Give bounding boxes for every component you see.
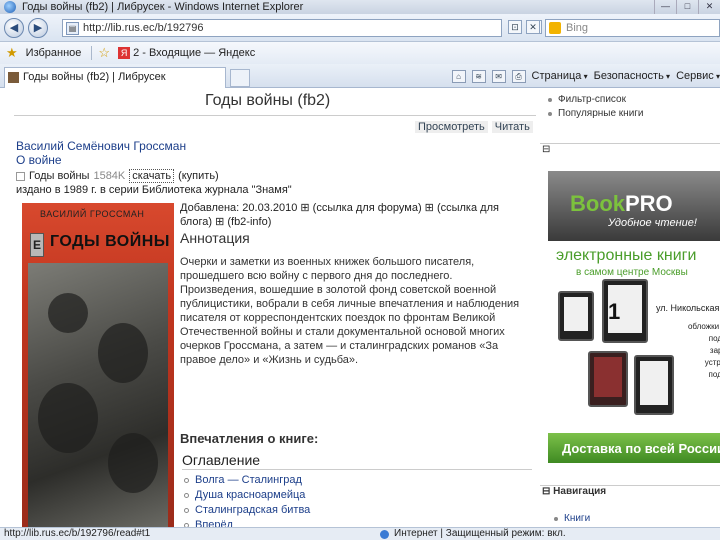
- status-bar: http://lib.rus.ec/b/192796/read#t1 Интер…: [0, 527, 720, 540]
- add-favorite-icon[interactable]: ☆: [98, 45, 110, 61]
- banner-delivery: Доставка по всей России: [562, 441, 720, 456]
- view-link[interactable]: Просмотреть: [415, 121, 488, 133]
- book-cover: ВАСИЛИЙ ГРОССМАН Е ГОДЫ ВОЙНЫ: [22, 203, 174, 527]
- window-controls: — □ ✕: [654, 0, 720, 14]
- sidebar-links: Фильтр-список Популярные книги: [548, 93, 644, 121]
- impressions-title: Впечатления о книге:: [180, 431, 319, 446]
- toc-item[interactable]: Сталинградская битва: [184, 503, 310, 518]
- sidebar-box-toggle[interactable]: ⊟: [540, 143, 720, 159]
- cover-author: ВАСИЛИЙ ГРОССМАН: [40, 209, 145, 219]
- close-button[interactable]: ✕: [698, 0, 720, 14]
- banner-headline: электронные книги: [556, 247, 697, 264]
- added-info: Добавлена: 20.03.2010 ⊞ (ссылка для фору…: [180, 202, 499, 228]
- file-size: 1584K: [93, 170, 126, 182]
- status-url: http://lib.rus.ec/b/192796/read#t1: [4, 528, 151, 539]
- bullet-icon: [548, 98, 552, 102]
- annotation-text: Очерки и заметки из военных книжек больш…: [180, 256, 520, 366]
- compatibility-icon[interactable]: ⊡: [508, 20, 522, 34]
- file-title: Годы войны: [29, 170, 90, 182]
- annotation-title: Аннотация: [180, 230, 250, 246]
- stop-icon[interactable]: ✕: [526, 20, 540, 34]
- bing-icon: [549, 22, 561, 34]
- mail-icon[interactable]: ✉: [491, 69, 506, 83]
- tab-label: Годы войны (fb2) | Либрусек: [23, 71, 166, 83]
- librusec-favicon: [8, 72, 19, 83]
- service-menu[interactable]: Сервис: [676, 70, 720, 82]
- bullet-icon: [184, 508, 189, 513]
- address-bar: ◀ ▶ ▤ http://lib.rus.ec/b/192796 ⊡ ↻ ✕ B…: [0, 14, 720, 42]
- banner-subline: в самом центре Москвы: [576, 267, 688, 278]
- search-placeholder: Bing: [566, 22, 589, 34]
- back-button[interactable]: ◀: [4, 18, 24, 38]
- ereader-image: [558, 291, 594, 341]
- bookpro-banner[interactable]: BookPRO Удобное чтение! электронные книг…: [548, 171, 720, 463]
- select-checkbox[interactable]: [16, 171, 25, 181]
- bullet-icon: [184, 478, 189, 483]
- minimize-button[interactable]: —: [654, 0, 676, 14]
- buy-link[interactable]: (купить): [178, 170, 219, 182]
- toc-title: Оглавление: [182, 452, 261, 468]
- banner-number: 1: [608, 299, 621, 324]
- toc-item[interactable]: Волга — Сталинград: [184, 473, 310, 488]
- favorite-item-label: 2 - Входящие — Яндекс: [133, 47, 256, 59]
- safety-menu[interactable]: Безопасность: [594, 70, 670, 82]
- window-title: Годы войны (fb2) | Либрусек - Windows In…: [22, 1, 304, 13]
- print-icon[interactable]: ⎙: [511, 69, 526, 83]
- banner-slogan: Удобное чтение!: [608, 217, 697, 229]
- main-column: Годы войны (fb2) Просмотреть Читать Васи…: [0, 89, 540, 527]
- bullet-icon: [554, 516, 558, 521]
- publication-info: издано в 1989 г. в серии Библиотека журн…: [16, 184, 292, 196]
- favorites-bar: ★ Избранное ☆ Я 2 - Входящие — Яндекс: [0, 42, 720, 64]
- toc-divider: [182, 469, 532, 470]
- url-text: http://lib.rus.ec/b/192796: [83, 22, 204, 34]
- yandex-icon: Я: [118, 47, 131, 59]
- sidebar-link-popular[interactable]: Популярные книги: [548, 107, 644, 121]
- favorites-button[interactable]: Избранное: [22, 47, 86, 59]
- command-bar: ⌂ ≋ ✉ ⎙ Страница Безопасность Сервис: [451, 67, 720, 85]
- title-divider: [14, 115, 536, 116]
- search-input[interactable]: Bing: [545, 19, 720, 37]
- cover-badge: Е: [30, 233, 44, 257]
- file-line: Годы войны 1584K скачать (купить): [16, 169, 219, 183]
- view-links: Просмотреть Читать: [415, 121, 533, 133]
- ereader-image: [634, 355, 674, 415]
- cover-photo: [28, 263, 168, 527]
- page-content: Годы войны (fb2) Просмотреть Читать Васи…: [0, 89, 720, 527]
- url-input[interactable]: ▤ http://lib.rus.ec/b/192796: [62, 19, 502, 37]
- maximize-button[interactable]: □: [676, 0, 698, 14]
- favorite-item-yandex[interactable]: Я 2 - Входящие — Яндекс: [114, 47, 259, 59]
- page-menu[interactable]: Страница: [532, 70, 588, 82]
- navigation-item-books[interactable]: Книги: [554, 513, 590, 524]
- bullet-icon: [548, 112, 552, 116]
- bullet-icon: [184, 493, 189, 498]
- sidebar-link-filter[interactable]: Фильтр-список: [548, 93, 644, 107]
- favorites-star-icon[interactable]: ★: [6, 45, 18, 61]
- navigation-header[interactable]: ⊟ Навигация: [540, 485, 720, 501]
- forward-button[interactable]: ▶: [28, 18, 48, 38]
- divider: [91, 46, 93, 60]
- tab-current[interactable]: Годы войны (fb2) | Либрусек: [4, 67, 226, 88]
- banner-logo: BookPRO: [570, 191, 673, 216]
- ereader-image: [588, 351, 628, 407]
- download-link[interactable]: скачать: [129, 169, 175, 183]
- stop-group: ✕: [526, 20, 540, 34]
- feeds-icon[interactable]: ≋: [471, 69, 486, 83]
- read-link[interactable]: Читать: [491, 121, 533, 133]
- status-zone: Интернет | Защищенный режим: вкл.: [380, 528, 566, 540]
- banner-accessories: обложки лампы подсветки зарядные устройс…: [687, 322, 720, 379]
- author-link[interactable]: Василий Семёнович Гроссман: [16, 139, 186, 153]
- page-title: Годы войны (fb2): [205, 92, 331, 109]
- ie-logo-icon: [4, 1, 16, 13]
- home-icon[interactable]: ⌂: [451, 69, 466, 83]
- sidebar: Фильтр-список Популярные книги ⊟ BookPRO…: [540, 89, 720, 527]
- genre-link[interactable]: О войне: [16, 153, 62, 167]
- title-bar: Годы войны (fb2) | Либрусек - Windows In…: [0, 0, 720, 14]
- toc-item[interactable]: Вперёд: [184, 518, 310, 527]
- page-icon: ▤: [66, 22, 79, 35]
- new-tab-button[interactable]: [230, 69, 250, 87]
- toc-item[interactable]: Душа красноармейца: [184, 488, 310, 503]
- banner-address: ул. Никольская,: [656, 303, 720, 313]
- cover-title: ГОДЫ ВОЙНЫ: [50, 233, 170, 250]
- toc-list: Волга — Сталинград Душа красноармейца Ст…: [184, 473, 310, 527]
